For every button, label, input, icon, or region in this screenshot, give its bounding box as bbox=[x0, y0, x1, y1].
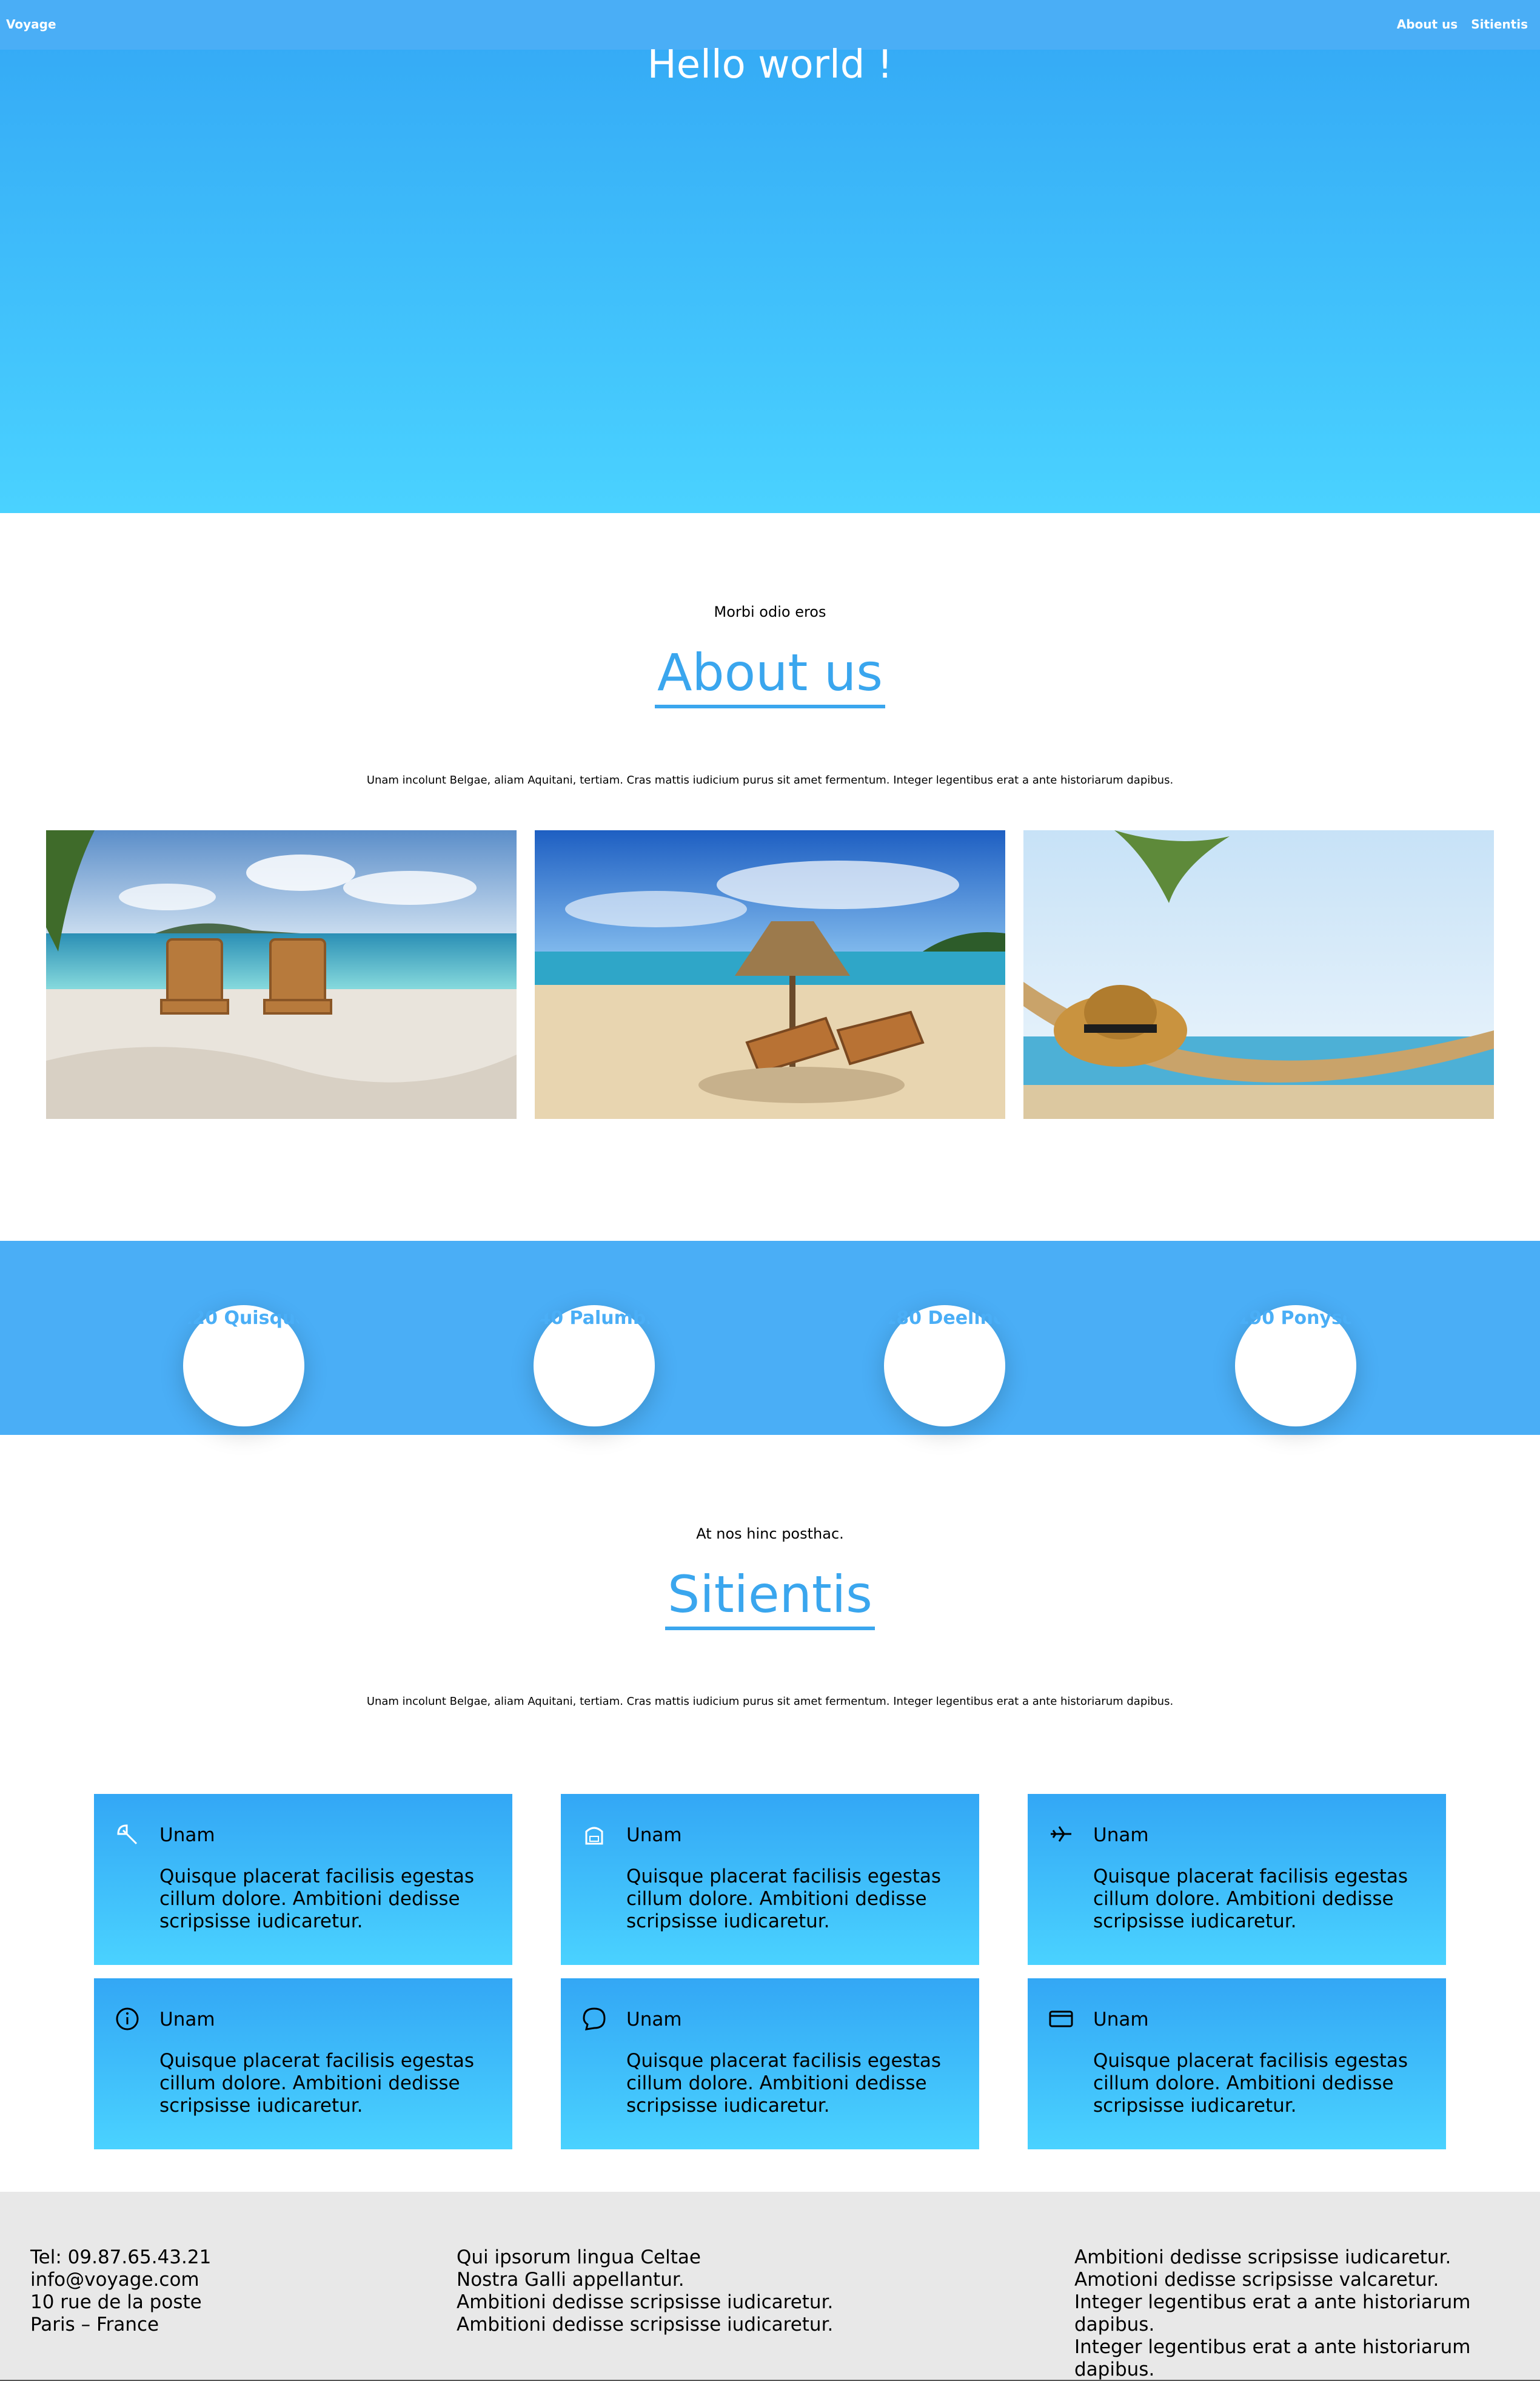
card-title: Unam bbox=[159, 2009, 215, 2030]
stat-label: 120 Quisque bbox=[183, 1308, 304, 1329]
brand-logo[interactable]: Voyage bbox=[6, 17, 56, 32]
beach-umbrella-icon bbox=[115, 1822, 140, 1847]
stat-item: 120 Quisque bbox=[183, 1276, 304, 1426]
footer-middle: Qui ipsorum lingua Celtae Nostra Galli a… bbox=[457, 2246, 833, 2336]
nav-links: About us Sitientis bbox=[1397, 17, 1528, 32]
card-text: Quisque placerat facilisis egestas cillu… bbox=[626, 1866, 942, 1932]
nav-link-sitientis[interactable]: Sitientis bbox=[1471, 17, 1528, 32]
footer-text: Ambitioni dedisse scripsisse iudicaretur… bbox=[457, 2291, 834, 2313]
footer-address: 10 rue de la poste bbox=[30, 2291, 202, 2313]
card-text: Quisque placerat facilisis egestas cillu… bbox=[1093, 2050, 1408, 2117]
service-card[interactable]: Unam Quisque placerat facilisis egestas … bbox=[94, 1978, 512, 2149]
stat-item: 140 Palumbis bbox=[534, 1276, 655, 1426]
beach-umbrella-photo bbox=[535, 830, 1005, 1119]
stat-label: 190 Ponyso bbox=[1236, 1308, 1355, 1329]
footer: Tel: 09.87.65.43.21 info@voyage.com 10 r… bbox=[0, 2192, 1540, 2381]
services-title: Sitientis bbox=[0, 1565, 1540, 1630]
footer-email[interactable]: info@voyage.com bbox=[30, 2269, 211, 2291]
stat-item: 180 Deelino bbox=[884, 1276, 1005, 1426]
footer-text: Nostra Galli appellantur. bbox=[457, 2269, 685, 2291]
services-lead: Unam incolunt Belgae, aliam Aquitani, te… bbox=[366, 1695, 1174, 1708]
stat-item: 190 Ponyso bbox=[1235, 1276, 1356, 1426]
card-title: Unam bbox=[1093, 2009, 1149, 2030]
service-card[interactable]: Unam Quisque placerat facilisis egestas … bbox=[94, 1794, 512, 1965]
footer-right: Ambitioni dedisse scripsisse iudicaretur… bbox=[1074, 2246, 1540, 2381]
beach-chairs-photo bbox=[46, 830, 517, 1119]
service-card[interactable]: Unam Quisque placerat facilisis egestas … bbox=[1028, 1794, 1446, 1965]
card-text: Quisque placerat facilisis egestas cillu… bbox=[159, 2050, 475, 2117]
hero-title: Hello world ! bbox=[647, 42, 893, 87]
stat-label-clip: 190 Ponyso bbox=[1235, 1305, 1356, 1342]
stat-label: 180 Deelino bbox=[884, 1308, 1005, 1329]
card-text: Quisque placerat facilisis egestas cillu… bbox=[159, 1866, 475, 1932]
card-title: Unam bbox=[626, 2009, 682, 2030]
stats-band: 120 Quisque 140 Palumbis 180 Deelino 190… bbox=[0, 1241, 1540, 1435]
card-title: Unam bbox=[1093, 1824, 1149, 1846]
footer-text: Integer legentibus erat a ante historiar… bbox=[1074, 2336, 1471, 2380]
footer-text: Ambitioni dedisse scripsisse iudicaretur… bbox=[1074, 2246, 1451, 2268]
footer-text: Qui ipsorum lingua Celtae bbox=[457, 2246, 701, 2268]
footer-phone[interactable]: Tel: 09.87.65.43.21 bbox=[30, 2246, 211, 2269]
credit-card-icon bbox=[1048, 2006, 1074, 2032]
about-kicker: Morbi odio eros bbox=[714, 603, 826, 620]
service-card[interactable]: Unam Quisque placerat facilisis egestas … bbox=[561, 1978, 979, 2149]
stat-label-clip: 120 Quisque bbox=[183, 1305, 304, 1342]
footer-contact: Tel: 09.87.65.43.21 info@voyage.com 10 r… bbox=[30, 2246, 211, 2336]
nav-link-about-us[interactable]: About us bbox=[1397, 17, 1458, 32]
footer-text: Ambitioni dedisse scripsisse iudicaretur… bbox=[457, 2314, 834, 2336]
hotel-icon bbox=[581, 1822, 607, 1847]
card-title: Unam bbox=[626, 1824, 682, 1846]
footer-city: Paris – France bbox=[30, 2314, 159, 2336]
service-card[interactable]: Unam Quisque placerat facilisis egestas … bbox=[1028, 1978, 1446, 2149]
card-text: Quisque placerat facilisis egestas cillu… bbox=[626, 2050, 942, 2117]
airplane-icon bbox=[1048, 1822, 1074, 1847]
service-card[interactable]: Unam Quisque placerat facilisis egestas … bbox=[561, 1794, 979, 1965]
footer-text: Amotioni dedisse scripsisse valcaretur. bbox=[1074, 2269, 1439, 2291]
services-kicker: At nos hinc posthac. bbox=[696, 1525, 844, 1542]
card-title: Unam bbox=[159, 1824, 215, 1846]
chat-bubble-icon bbox=[581, 2006, 607, 2032]
stat-label-clip: 140 Palumbis bbox=[534, 1305, 655, 1342]
stat-label: 140 Palumbis bbox=[534, 1308, 655, 1329]
card-text: Quisque placerat facilisis egestas cillu… bbox=[1093, 1866, 1408, 1932]
about-lead: Unam incolunt Belgae, aliam Aquitani, te… bbox=[366, 774, 1174, 787]
about-title: About us bbox=[0, 643, 1540, 708]
hammock-hat-photo bbox=[1023, 830, 1494, 1119]
footer-text: Integer legentibus erat a ante historiar… bbox=[1074, 2291, 1471, 2336]
stat-label-clip: 180 Deelino bbox=[884, 1305, 1005, 1342]
info-icon bbox=[115, 2006, 140, 2032]
